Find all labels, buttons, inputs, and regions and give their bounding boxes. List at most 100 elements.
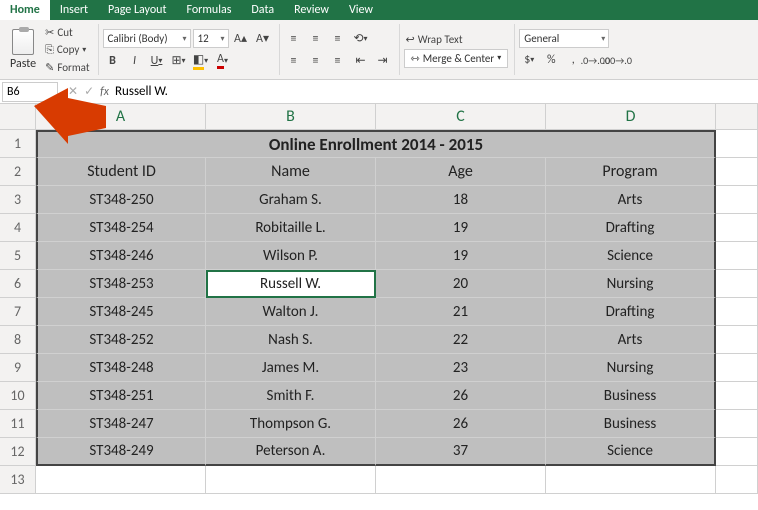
row-header[interactable]: 5 <box>0 242 36 270</box>
cell[interactable]: Name <box>206 158 376 186</box>
row-header[interactable]: 13 <box>0 466 36 494</box>
row-header[interactable]: 11 <box>0 410 36 438</box>
cell[interactable]: Graham S. <box>206 186 376 214</box>
cell[interactable] <box>716 214 758 242</box>
cell[interactable] <box>716 326 758 354</box>
cell[interactable]: Science <box>546 438 716 466</box>
name-box[interactable] <box>2 82 58 102</box>
row-header[interactable]: 1 <box>0 130 36 158</box>
cell[interactable]: 37 <box>376 438 546 466</box>
underline-button[interactable]: U▾ <box>147 51 167 71</box>
cell[interactable]: Russell W. <box>206 270 376 298</box>
row-header[interactable]: 12 <box>0 438 36 466</box>
wrap-text-button[interactable]: ↩Wrap Text <box>404 32 509 47</box>
align-right-button[interactable]: ≡ <box>328 51 348 71</box>
cell[interactable] <box>716 186 758 214</box>
cell[interactable] <box>716 242 758 270</box>
cell[interactable]: Drafting <box>546 214 716 242</box>
cell[interactable]: 18 <box>376 186 546 214</box>
cell[interactable] <box>716 410 758 438</box>
cell[interactable]: Arts <box>546 186 716 214</box>
cell[interactable] <box>546 466 716 494</box>
cell[interactable]: ST348-249 <box>36 438 206 466</box>
align-middle-button[interactable]: ≡ <box>306 29 326 49</box>
cell[interactable] <box>716 298 758 326</box>
cell[interactable]: Business <box>546 382 716 410</box>
copy-button[interactable]: ⎘Copy▾ <box>43 42 91 58</box>
cell[interactable]: ST348-252 <box>36 326 206 354</box>
row-header[interactable]: 10 <box>0 382 36 410</box>
font-color-button[interactable]: A▾ <box>213 51 233 71</box>
tab-view[interactable]: View <box>339 0 383 20</box>
cell[interactable]: Peterson A. <box>206 438 376 466</box>
row-header[interactable]: 2 <box>0 158 36 186</box>
tab-home[interactable]: Home <box>0 0 50 20</box>
decrease-indent-button[interactable]: ⇤ <box>351 51 371 71</box>
cell[interactable] <box>376 466 546 494</box>
cell[interactable]: ST348-247 <box>36 410 206 438</box>
cell[interactable]: Program <box>546 158 716 186</box>
font-family-select[interactable]: Calibri (Body)▾ <box>103 29 191 48</box>
italic-button[interactable]: I <box>125 51 145 71</box>
column-header[interactable] <box>716 104 758 130</box>
cell[interactable]: ST348-253 <box>36 270 206 298</box>
cell[interactable]: Business <box>546 410 716 438</box>
align-bottom-button[interactable]: ≡ <box>328 29 348 49</box>
cell[interactable]: 20 <box>376 270 546 298</box>
formula-input[interactable] <box>115 84 758 99</box>
fx-icon[interactable]: fx <box>100 85 109 99</box>
cell[interactable]: ST348-246 <box>36 242 206 270</box>
enter-icon[interactable]: ✓ <box>84 84 94 99</box>
cell[interactable] <box>716 354 758 382</box>
row-header[interactable]: 6 <box>0 270 36 298</box>
cell[interactable] <box>716 466 758 494</box>
cell[interactable]: James M. <box>206 354 376 382</box>
cell[interactable]: Science <box>546 242 716 270</box>
cut-button[interactable]: ✂Cut <box>43 25 91 40</box>
column-header[interactable]: D <box>546 104 716 130</box>
align-center-button[interactable]: ≡ <box>306 51 326 71</box>
cell[interactable]: Student ID <box>36 158 206 186</box>
number-format-select[interactable]: General▾ <box>519 29 609 48</box>
tab-formulas[interactable]: Formulas <box>176 0 241 20</box>
cell[interactable]: Nursing <box>546 354 716 382</box>
cell[interactable] <box>716 270 758 298</box>
merge-center-button[interactable]: ⇿Merge & Center▾ <box>404 49 509 68</box>
cell[interactable]: ST348-248 <box>36 354 206 382</box>
align-top-button[interactable]: ≡ <box>284 29 304 49</box>
cell[interactable] <box>716 382 758 410</box>
cell[interactable]: Walton J. <box>206 298 376 326</box>
percent-button[interactable]: % <box>541 50 561 70</box>
decrease-font-button[interactable]: A▾ <box>253 29 273 49</box>
merged-title-cell[interactable]: Online Enrollment 2014 - 2015 <box>36 130 716 158</box>
row-header[interactable]: 7 <box>0 298 36 326</box>
cell[interactable]: Robitaille L. <box>206 214 376 242</box>
cell[interactable]: Arts <box>546 326 716 354</box>
tab-data[interactable]: Data <box>241 0 284 20</box>
cell[interactable] <box>206 466 376 494</box>
column-header[interactable]: C <box>376 104 546 130</box>
cell[interactable]: Nursing <box>546 270 716 298</box>
fill-color-button[interactable]: ◧▾ <box>191 51 211 71</box>
align-left-button[interactable]: ≡ <box>284 51 304 71</box>
cell[interactable] <box>716 158 758 186</box>
worksheet[interactable]: ABCD1Online Enrollment 2014 - 20152Stude… <box>0 104 758 494</box>
select-all-corner[interactable] <box>0 104 36 130</box>
row-header[interactable]: 4 <box>0 214 36 242</box>
cell[interactable]: Nash S. <box>206 326 376 354</box>
decrease-decimal-button[interactable]: .00→.0 <box>607 50 627 70</box>
cell[interactable]: 19 <box>376 242 546 270</box>
cell[interactable] <box>716 438 758 466</box>
row-header[interactable]: 8 <box>0 326 36 354</box>
cell[interactable]: Thompson G. <box>206 410 376 438</box>
cell[interactable]: Wilson P. <box>206 242 376 270</box>
increase-font-button[interactable]: A▴ <box>231 29 251 49</box>
cell[interactable]: ST348-250 <box>36 186 206 214</box>
format-painter-button[interactable]: ✎Format <box>43 60 91 75</box>
cell[interactable]: 26 <box>376 382 546 410</box>
cell[interactable]: Age <box>376 158 546 186</box>
increase-indent-button[interactable]: ⇥ <box>373 51 393 71</box>
cell[interactable]: 26 <box>376 410 546 438</box>
cell[interactable] <box>36 466 206 494</box>
paste-button[interactable]: Paste <box>6 27 40 73</box>
